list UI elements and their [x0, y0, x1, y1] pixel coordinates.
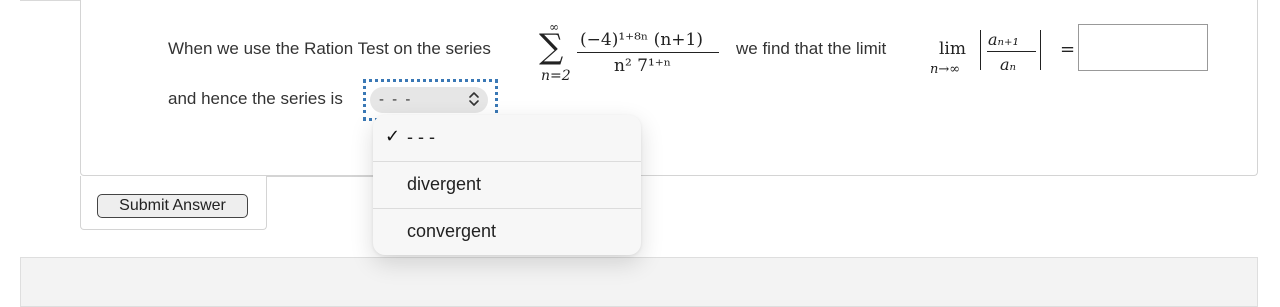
sigma-symbol: ∑	[539, 27, 564, 67]
limit-answer-input[interactable]	[1078, 24, 1208, 71]
series-denominator: n² 7¹⁺ⁿ	[614, 56, 672, 76]
equals-sign: =	[1060, 39, 1076, 60]
sum-upper-limit: ∞	[549, 20, 559, 34]
limit-subscript: n→∞	[930, 62, 961, 77]
series-numerator: (−4)¹⁺⁸ⁿ (n+1)	[580, 30, 703, 50]
ratio-fraction-bar	[987, 51, 1036, 52]
option-label: convergent	[407, 221, 497, 241]
option-divergent[interactable]: divergent	[373, 162, 641, 208]
select-options-menu: ✓ - - - divergent convergent	[373, 115, 641, 255]
option-label: - - -	[407, 127, 435, 147]
limit-text: we find that the limit	[736, 39, 887, 58]
limit-word: lim	[939, 39, 966, 59]
ratio-denominator: aₙ	[1000, 55, 1017, 74]
ratio-numerator: aₙ₊₁	[988, 30, 1019, 49]
checkmark-icon: ✓	[385, 126, 401, 146]
chevron-up-down-icon	[466, 90, 482, 108]
absolute-bar-left	[980, 30, 981, 70]
intro-text: When we use the Ration Test on the serie…	[168, 39, 491, 58]
absolute-bar-right	[1040, 30, 1041, 70]
sum-lower-limit: n=2	[541, 68, 571, 84]
fraction-bar	[577, 52, 719, 53]
option-placeholder[interactable]: ✓ - - -	[373, 115, 641, 161]
panel-tab-edge	[266, 176, 387, 187]
option-label: divergent	[407, 174, 482, 194]
select-current-value: - - -	[379, 91, 413, 108]
convergence-select[interactable]: - - -	[370, 87, 488, 113]
submit-answer-button[interactable]: Submit Answer	[97, 194, 248, 218]
option-convergent[interactable]: convergent	[373, 209, 641, 255]
next-question-panel	[20, 257, 1258, 307]
hence-text: and hence the series is	[168, 89, 343, 108]
